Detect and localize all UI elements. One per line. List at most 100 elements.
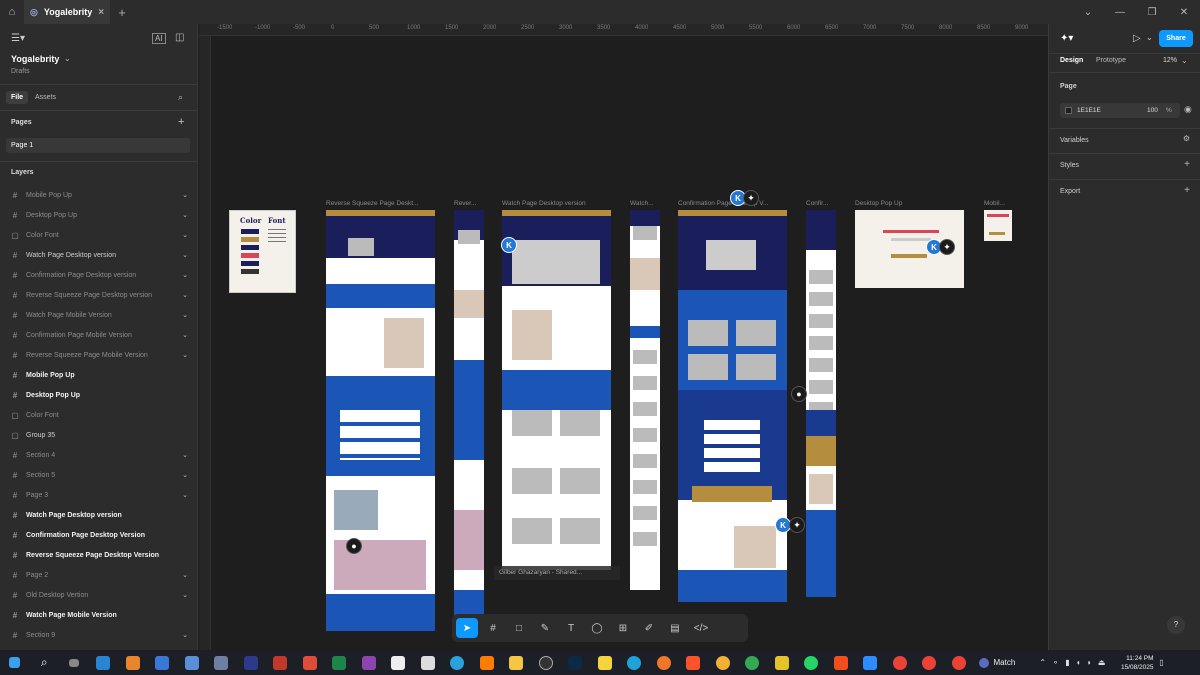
zoom-chevron-icon[interactable]: ⌄ — [1181, 56, 1188, 65]
frame-confirmation-mobile[interactable] — [806, 210, 836, 597]
red-app-icon[interactable] — [295, 650, 325, 675]
page-color-hex[interactable]: 1E1E1E — [1077, 107, 1101, 114]
frame-reverse-squeeze-mobile[interactable] — [454, 210, 484, 631]
main-menu-icon[interactable]: ☰▾ — [11, 33, 25, 44]
expand-chevron-icon[interactable]: ⌄ — [182, 231, 188, 239]
layer-item[interactable]: ▢ Color Font ⌄ — [0, 225, 198, 245]
layer-item[interactable]: # Watch Page Mobile Version ⌄ — [0, 305, 198, 325]
user-avatar[interactable]: ✦▾ — [1060, 33, 1073, 44]
chrome-profile-icon[interactable] — [885, 650, 915, 675]
firefox-icon[interactable] — [649, 650, 679, 675]
tab-assets[interactable]: Assets — [35, 94, 56, 101]
clock[interactable]: 11:24 PM 15/08/2025 — [1108, 654, 1154, 672]
tab-design[interactable]: Design — [1060, 57, 1083, 64]
move-tool-icon[interactable]: ➤ — [456, 618, 478, 638]
layer-item[interactable]: ▢ Group 35 — [0, 425, 198, 445]
chrome-profile-2-icon[interactable] — [915, 650, 945, 675]
frame-label-mobile-popup[interactable]: Mobil... — [984, 200, 1005, 207]
layer-item[interactable]: # Watch Page Mobile Version — [0, 605, 198, 625]
purple-app-icon[interactable] — [354, 650, 384, 675]
variables-settings-icon[interactable]: ⚙ — [1183, 134, 1190, 143]
edge-icon[interactable] — [620, 650, 650, 675]
draw-mode-icon[interactable]: ✐ — [638, 618, 660, 638]
chrome-profile-3-icon[interactable] — [944, 650, 974, 675]
layer-item[interactable]: # Confirmation Page Desktop version ⌄ — [0, 265, 198, 285]
frame-label-reverse-mobile[interactable]: Rever... — [454, 200, 476, 207]
frame-watch-mobile[interactable] — [630, 210, 660, 590]
frame-label-confirmation-mobile[interactable]: Confir... — [806, 200, 828, 207]
project-name[interactable]: Yogalebrity — [11, 54, 59, 64]
excel-icon[interactable] — [325, 650, 355, 675]
layer-item[interactable]: # Mobile Pop Up ⌄ — [0, 185, 198, 205]
page-item-page-1[interactable]: Page 1 — [6, 138, 190, 153]
filezilla-icon[interactable] — [266, 650, 296, 675]
expand-chevron-icon[interactable]: ⌄ — [182, 251, 188, 259]
expand-chevron-icon[interactable]: ⌄ — [182, 491, 188, 499]
orange-app-icon[interactable] — [118, 650, 148, 675]
frame-confirmation-desktop[interactable] — [678, 210, 787, 602]
weather-icon[interactable] — [974, 650, 994, 675]
help-button[interactable]: ? — [1167, 616, 1185, 634]
calculator-icon[interactable] — [207, 650, 237, 675]
new-tab-button[interactable]: + — [110, 5, 134, 20]
layer-item[interactable]: # Desktop Pop Up — [0, 385, 198, 405]
expand-chevron-icon[interactable]: ⌄ — [182, 191, 188, 199]
expand-chevron-icon[interactable]: ⌄ — [182, 571, 188, 579]
actions-icon[interactable]: ⊞ — [612, 618, 634, 638]
design-mode-icon[interactable]: ▤ — [664, 618, 686, 638]
figma-taskbar-icon[interactable] — [826, 650, 856, 675]
chrome-canary-icon[interactable] — [708, 650, 738, 675]
minimize-button[interactable]: — — [1104, 7, 1136, 18]
layer-item[interactable]: ▢ Color Font — [0, 405, 198, 425]
whatsapp-icon[interactable] — [797, 650, 827, 675]
expand-chevron-icon[interactable]: ⌄ — [182, 331, 188, 339]
yellow-app-icon[interactable] — [767, 650, 797, 675]
expand-chevron-icon[interactable]: ⌄ — [182, 631, 188, 639]
blue-app-icon[interactable] — [148, 650, 178, 675]
sidebar-toggle-icon[interactable]: ◫ — [175, 32, 184, 43]
maximize-button[interactable]: ❐ — [1136, 7, 1168, 18]
layer-item[interactable]: # Confirmation Page Desktop Version — [0, 525, 198, 545]
frame-watch-desktop[interactable] — [502, 210, 611, 570]
expand-chevron-icon[interactable]: ⌄ — [182, 591, 188, 599]
expand-chevron-icon[interactable]: ⌄ — [182, 211, 188, 219]
expand-chevron-icon[interactable]: ⌄ — [182, 471, 188, 479]
layer-item[interactable]: # Watch Page Desktop version — [0, 505, 198, 525]
tab-file[interactable]: File — [6, 91, 29, 104]
layer-item[interactable]: # Page 3 ⌄ — [0, 485, 198, 505]
layer-item[interactable]: # Reverse Squeeze Page Desktop Version — [0, 545, 198, 565]
task-view-icon[interactable] — [59, 650, 89, 675]
dev-mode-icon[interactable]: </> — [690, 618, 712, 638]
layer-item[interactable]: # Section 9 ⌄ — [0, 625, 198, 645]
zoom-icon[interactable] — [856, 650, 886, 675]
expand-chevron-icon[interactable]: ⌄ — [182, 451, 188, 459]
shape-tool-icon[interactable]: □ — [508, 618, 530, 638]
search-icon[interactable]: ⌕ — [178, 92, 183, 103]
search-taskbar-icon[interactable]: ⌕ — [30, 650, 60, 675]
layer-item[interactable]: # Confirmation Page Mobile Version ⌄ — [0, 325, 198, 345]
file-explorer-icon[interactable] — [502, 650, 532, 675]
comment-tool-icon[interactable]: ◯ — [586, 618, 608, 638]
vscode-icon[interactable] — [89, 650, 119, 675]
tab-yogalebrity[interactable]: ◎ Yogalebrity × — [24, 0, 110, 24]
close-tab-icon[interactable]: × — [98, 7, 104, 18]
notification-bell-icon[interactable]: ▯ — [1154, 658, 1170, 667]
present-icon[interactable]: ▷ — [1133, 33, 1141, 44]
start-button[interactable] — [0, 650, 30, 675]
visibility-eye-icon[interactable]: ◉ — [1184, 104, 1192, 115]
photoshop-icon[interactable] — [561, 650, 591, 675]
layer-item[interactable]: # Reverse Squeeze Page Mobile Version ⌄ — [0, 345, 198, 365]
collaborator-avatar[interactable]: K — [501, 237, 517, 253]
pen-tool-icon[interactable]: ✎ — [534, 618, 556, 638]
expand-chevron-icon[interactable]: ⌄ — [182, 311, 188, 319]
add-page-icon[interactable]: + — [178, 116, 184, 128]
variables-heading[interactable]: Variables — [1060, 137, 1089, 144]
expand-chevron-icon[interactable]: ⌄ — [182, 351, 188, 359]
system-tray-icons[interactable]: ⌃ ⚬ ▮ ◖ ◗ ⏏ — [1024, 658, 1108, 667]
color-swatch[interactable] — [1065, 107, 1072, 114]
share-button[interactable]: Share — [1159, 30, 1193, 47]
home-icon[interactable]: ⌂ — [0, 0, 24, 24]
canvas[interactable]: -1500 -1000 -500 0 500 1000 1500 2000 2500 3000 35… — [199, 24, 1048, 650]
frame-label-desktop-popup[interactable]: Desktop Pop Up — [855, 200, 902, 207]
notes-app-icon[interactable] — [236, 650, 266, 675]
